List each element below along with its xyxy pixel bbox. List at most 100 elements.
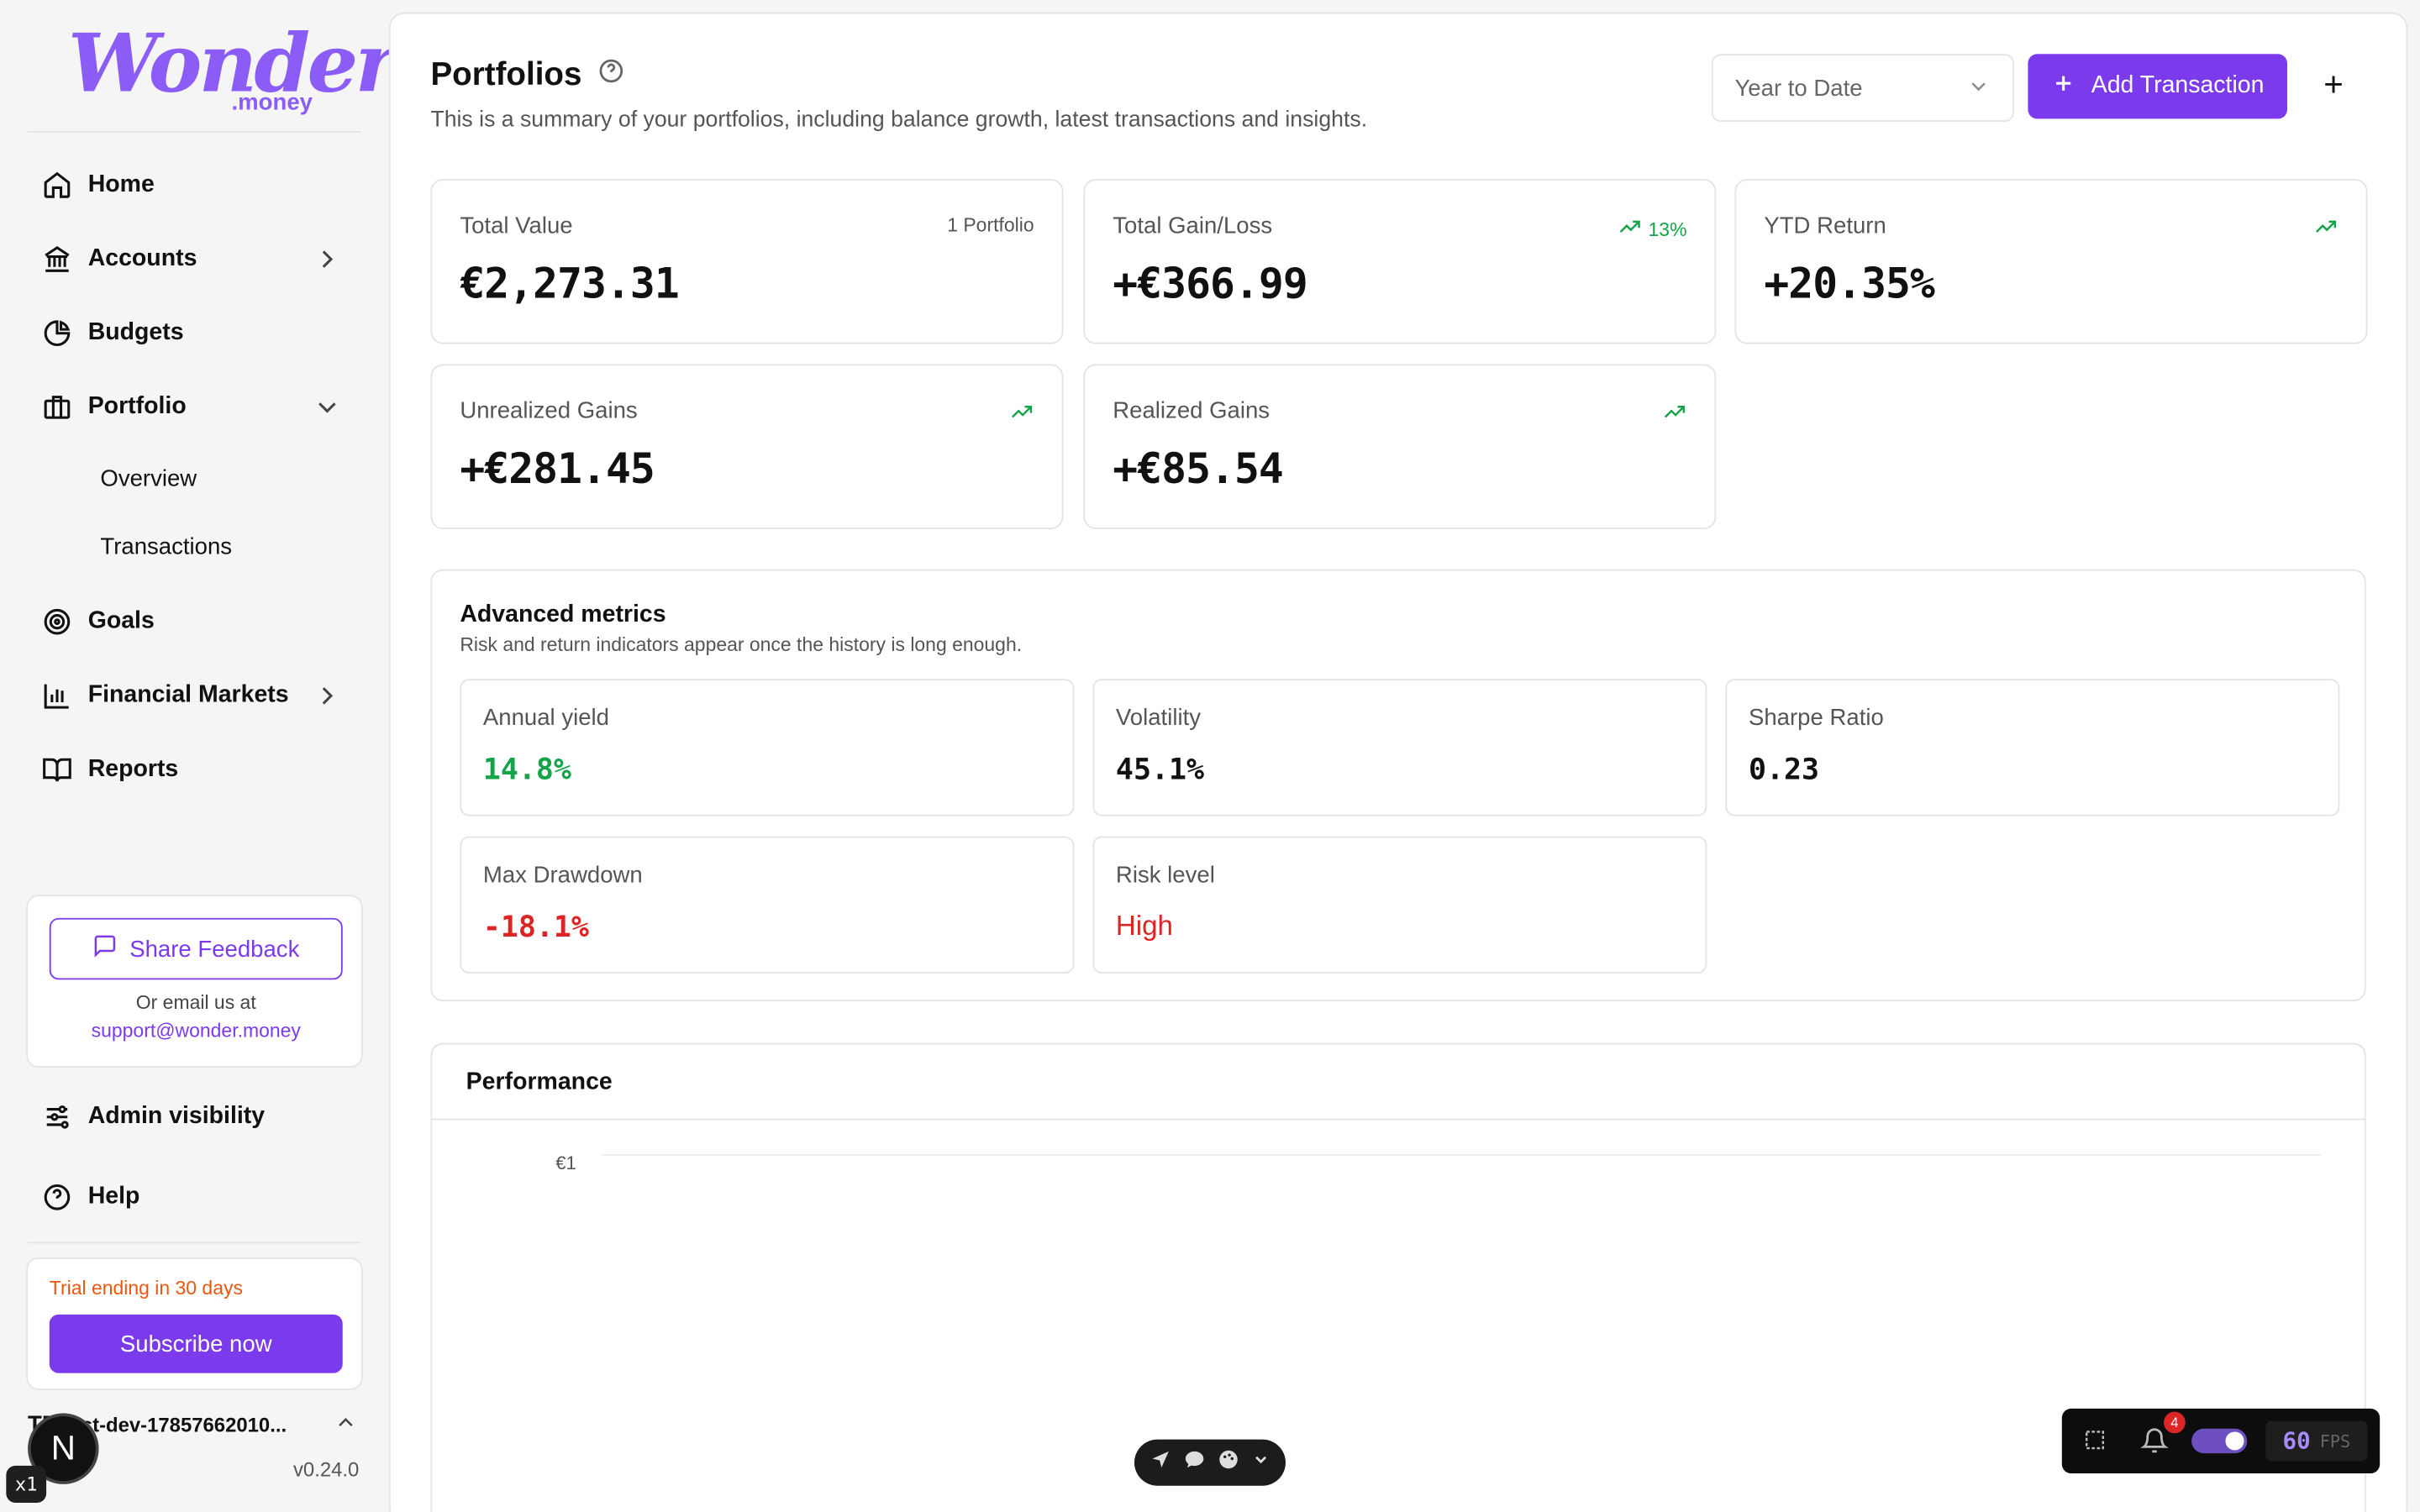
- stat-label: YTD Return: [1764, 213, 1886, 239]
- stat-value: +€366.99: [1113, 260, 1307, 309]
- metric-value: 14.8%: [482, 753, 571, 787]
- metric-sharpe-ratio: Sharpe Ratio 0.23: [1725, 679, 2340, 816]
- bell-icon[interactable]: [2140, 1427, 2169, 1462]
- share-feedback-button[interactable]: Share Feedback: [49, 917, 343, 980]
- stat-card-ytd-return: YTD Return +20.35%: [1734, 179, 2368, 344]
- bar-chart-icon: [40, 679, 74, 712]
- brand-logo[interactable]: Wonder .money: [68, 18, 397, 120]
- feedback-note: Or email us at: [135, 991, 256, 1014]
- stat-card-unrealized-gains: Unrealized Gains +€281.45: [430, 364, 1064, 529]
- stat-value: +€281.45: [460, 445, 655, 494]
- chart-gridline: [602, 1153, 2322, 1156]
- advanced-metrics-subtitle: Risk and return indicators appear once t…: [460, 633, 1023, 656]
- metric-value: 45.1%: [1115, 753, 1204, 787]
- performance-title: Performance: [466, 1068, 613, 1096]
- stat-label: Total Gain/Loss: [1113, 213, 1273, 239]
- chevron-right-icon: [312, 244, 343, 275]
- divider: [432, 1118, 2365, 1121]
- stat-label: Realized Gains: [1113, 397, 1270, 425]
- trending-up-icon: [1618, 214, 1642, 244]
- stat-value: +€85.54: [1113, 445, 1284, 494]
- sidebar-item-label: Portfolio: [87, 393, 187, 420]
- metric-label: Volatility: [1115, 705, 1202, 732]
- trial-text: Trial ending in 30 days: [49, 1277, 243, 1299]
- sidebar-item-help[interactable]: Help: [24, 1158, 364, 1238]
- sidebar-item-reports[interactable]: Reports: [24, 732, 364, 806]
- chevron-down-icon: [312, 392, 343, 423]
- stat-label: Total Value: [460, 213, 573, 239]
- metric-label: Annual yield: [482, 705, 610, 732]
- fps-counter: 60 FPS: [2265, 1420, 2368, 1462]
- feedback-card: Share Feedback Or email us at support@wo…: [26, 895, 364, 1068]
- comment-icon[interactable]: [1184, 1448, 1206, 1478]
- send-icon[interactable]: [1150, 1448, 1171, 1478]
- advanced-metrics-card: Advanced metrics Risk and return indicat…: [430, 569, 2366, 1002]
- period-select[interactable]: Year to Date: [1711, 54, 2014, 123]
- zoom-badge[interactable]: x1: [6, 1465, 47, 1503]
- select-area-icon[interactable]: [2084, 1429, 2108, 1462]
- app-version: v0.24.0: [292, 1457, 360, 1482]
- stat-card-total-value: Total Value 1 Portfolio €2,273.31: [430, 179, 1064, 344]
- sidebar-item-label: Accounts: [87, 245, 197, 272]
- briefcase-icon: [40, 391, 74, 424]
- home-icon: [40, 168, 74, 202]
- sidebar-nav: Home Accounts Budgets Portfolio Overview…: [24, 148, 364, 806]
- message-icon: [92, 933, 117, 964]
- page-subtitle: This is a summary of your portfolios, in…: [430, 108, 1368, 133]
- add-transaction-button[interactable]: Add Transaction: [2028, 54, 2287, 119]
- trending-up-icon: [1662, 400, 1686, 424]
- sidebar-item-portfolio[interactable]: Portfolio: [24, 370, 364, 444]
- sidebar-item-label: Financial Markets: [87, 681, 289, 709]
- sliders-icon: [40, 1100, 74, 1134]
- chevron-down-icon[interactable]: [1252, 1449, 1270, 1477]
- sidebar-item-label: Help: [87, 1183, 140, 1210]
- sidebar-subitem-overview[interactable]: Overview: [24, 444, 364, 512]
- period-select-value: Year to Date: [1734, 75, 1863, 102]
- sidebar-item-admin-visibility[interactable]: Admin visibility: [24, 1077, 364, 1158]
- user-name: test-dev-17857662010...: [63, 1412, 287, 1436]
- add-transaction-label: Add Transaction: [2091, 72, 2265, 99]
- palette-icon[interactable]: [1218, 1448, 1239, 1478]
- dev-toggle-switch[interactable]: [2191, 1428, 2248, 1454]
- fps-label: FPS: [2319, 1431, 2351, 1452]
- sidebar-bottom-nav: Admin visibility Help: [24, 1077, 364, 1237]
- notification-count-badge: 4: [2164, 1411, 2186, 1434]
- sidebar-item-label: Budgets: [87, 319, 184, 346]
- sidebar-item-label: Reports: [87, 755, 179, 783]
- stat-change-value: 13%: [1648, 218, 1687, 240]
- chevron-right-icon: [312, 680, 343, 711]
- sidebar-item-label: Admin visibility: [87, 1103, 266, 1130]
- bank-icon: [40, 242, 74, 276]
- main-panel: Portfolios This is a summary of your por…: [388, 12, 2408, 1512]
- sidebar-subitem-transactions[interactable]: Transactions: [24, 512, 364, 580]
- sidebar-item-budgets[interactable]: Budgets: [24, 297, 364, 370]
- brand-suffix: .money: [231, 89, 313, 116]
- sidebar-item-accounts[interactable]: Accounts: [24, 222, 364, 296]
- advanced-metrics-title: Advanced metrics: [460, 601, 666, 628]
- floating-toolbar: [1134, 1439, 1286, 1486]
- stat-label: Unrealized Gains: [460, 397, 638, 425]
- metric-max-drawdown: Max Drawdown -18.1%: [460, 836, 1075, 974]
- sidebar-item-home[interactable]: Home: [24, 148, 364, 222]
- sidebar-item-goals[interactable]: Goals: [24, 585, 364, 659]
- metric-risk-level: Risk level High: [1092, 836, 1707, 974]
- support-email-link[interactable]: support@wonder.money: [28, 1020, 364, 1042]
- target-icon: [40, 605, 74, 638]
- sidebar-item-financial-markets[interactable]: Financial Markets: [24, 659, 364, 732]
- y-axis-tick-label: €1: [555, 1152, 576, 1174]
- subscribe-button[interactable]: Subscribe now: [49, 1314, 343, 1373]
- chevron-up-icon: [334, 1410, 358, 1440]
- sidebar: Wonder .money Home Accounts Budgets Port…: [0, 0, 397, 1512]
- pie-chart-icon: [40, 317, 74, 350]
- trial-card: Trial ending in 30 days Subscribe now: [26, 1257, 363, 1390]
- metric-label: Max Drawdown: [482, 862, 643, 889]
- add-portfolio-button[interactable]: +: [2317, 67, 2350, 103]
- stat-value: +20.35%: [1764, 260, 1935, 309]
- trending-up-icon: [2313, 214, 2338, 239]
- page-title: Portfolios: [430, 57, 624, 94]
- help-circle-icon[interactable]: [597, 57, 625, 94]
- metric-label: Sharpe Ratio: [1748, 705, 1884, 732]
- metric-value: 0.23: [1748, 753, 1820, 787]
- dev-toolbar: 4 60 FPS: [2061, 1408, 2381, 1474]
- metric-value: -18.1%: [482, 910, 589, 945]
